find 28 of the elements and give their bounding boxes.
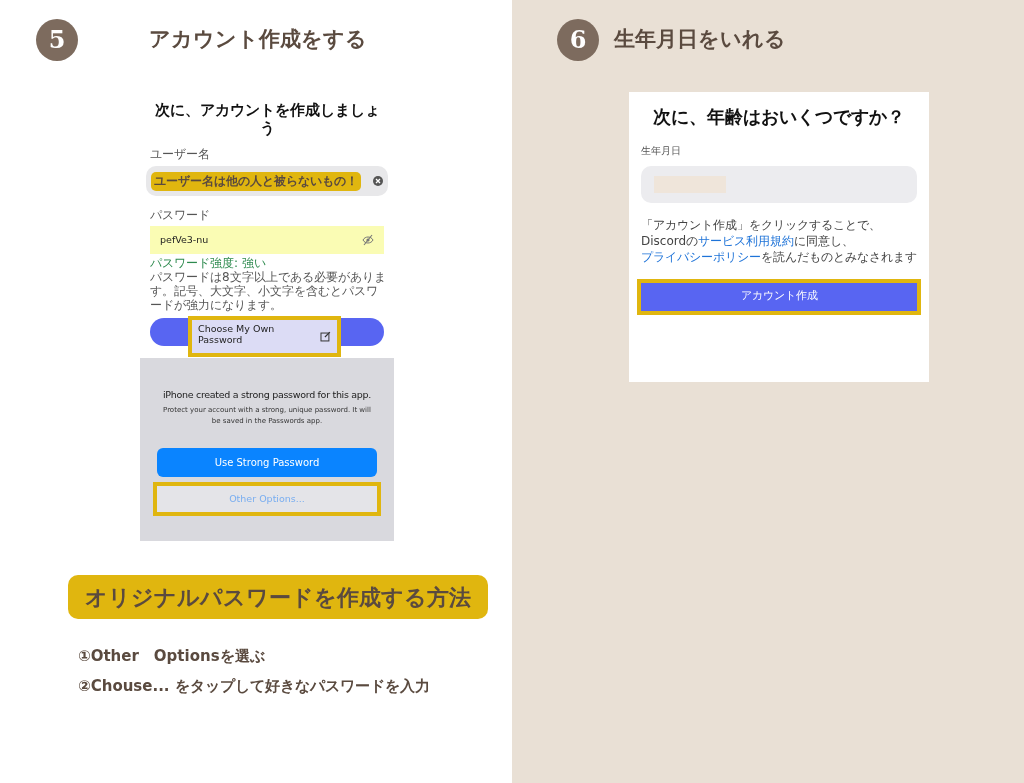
field-label: ユーザー名	[149, 147, 211, 161]
sheet-title: iPhone created a strong password for this app.	[162, 388, 372, 402]
terms-link[interactable]: サービス利用規約	[698, 233, 795, 248]
step-title: アカウント作成をする	[149, 26, 367, 54]
username-value: ユーザー名は他の人と被らないもの！	[151, 171, 361, 191]
screen-heading: 次に、年齢はおいくつですか？	[652, 106, 906, 129]
clear-icon[interactable]	[373, 176, 383, 186]
edit-icon[interactable]	[320, 331, 331, 342]
terms-text: 「アカウント作成」をクリックすることで、Discordのサービス利用規約に同意し、 プライバシーポリシーを読んだものとみなされます	[641, 216, 917, 265]
terms-link[interactable]: プライバシーポリシー	[641, 249, 761, 264]
step-number: 6	[557, 19, 599, 61]
strength-text: パスワード強度: 強い	[149, 256, 267, 270]
instruction-text: ①Other Optionsを選ぶ	[78, 646, 266, 667]
step-number: 5	[36, 19, 78, 61]
username-field[interactable]: ユーザー名は他の人と被らないもの！	[146, 166, 388, 196]
hint-text: パスワードは8文字以上である必要があります。記号、大文字、小文字を含むとパスワードが強力になります。	[149, 270, 387, 312]
step-title: 生年月日をいれる	[614, 26, 786, 54]
field-label: パスワード	[149, 208, 211, 222]
use-strong-password-button[interactable]: Use Strong Password	[157, 448, 377, 478]
birthday-field[interactable]	[641, 165, 917, 203]
password-value: pefVe3-nu	[160, 232, 209, 247]
screen-heading: 次に、アカウントを作成しましょう	[153, 101, 381, 137]
callout-banner: オリジナルパスワードを作成する方法	[68, 575, 488, 619]
password-field[interactable]: pefVe3-nu	[150, 226, 384, 254]
eye-slash-icon[interactable]	[362, 234, 374, 246]
field-label: 生年月日	[641, 144, 682, 159]
choose-password-label: Choose My Own Password	[198, 323, 276, 345]
instruction-text: ②Chouse... をタップして好きなパスワードを入力	[78, 676, 431, 697]
